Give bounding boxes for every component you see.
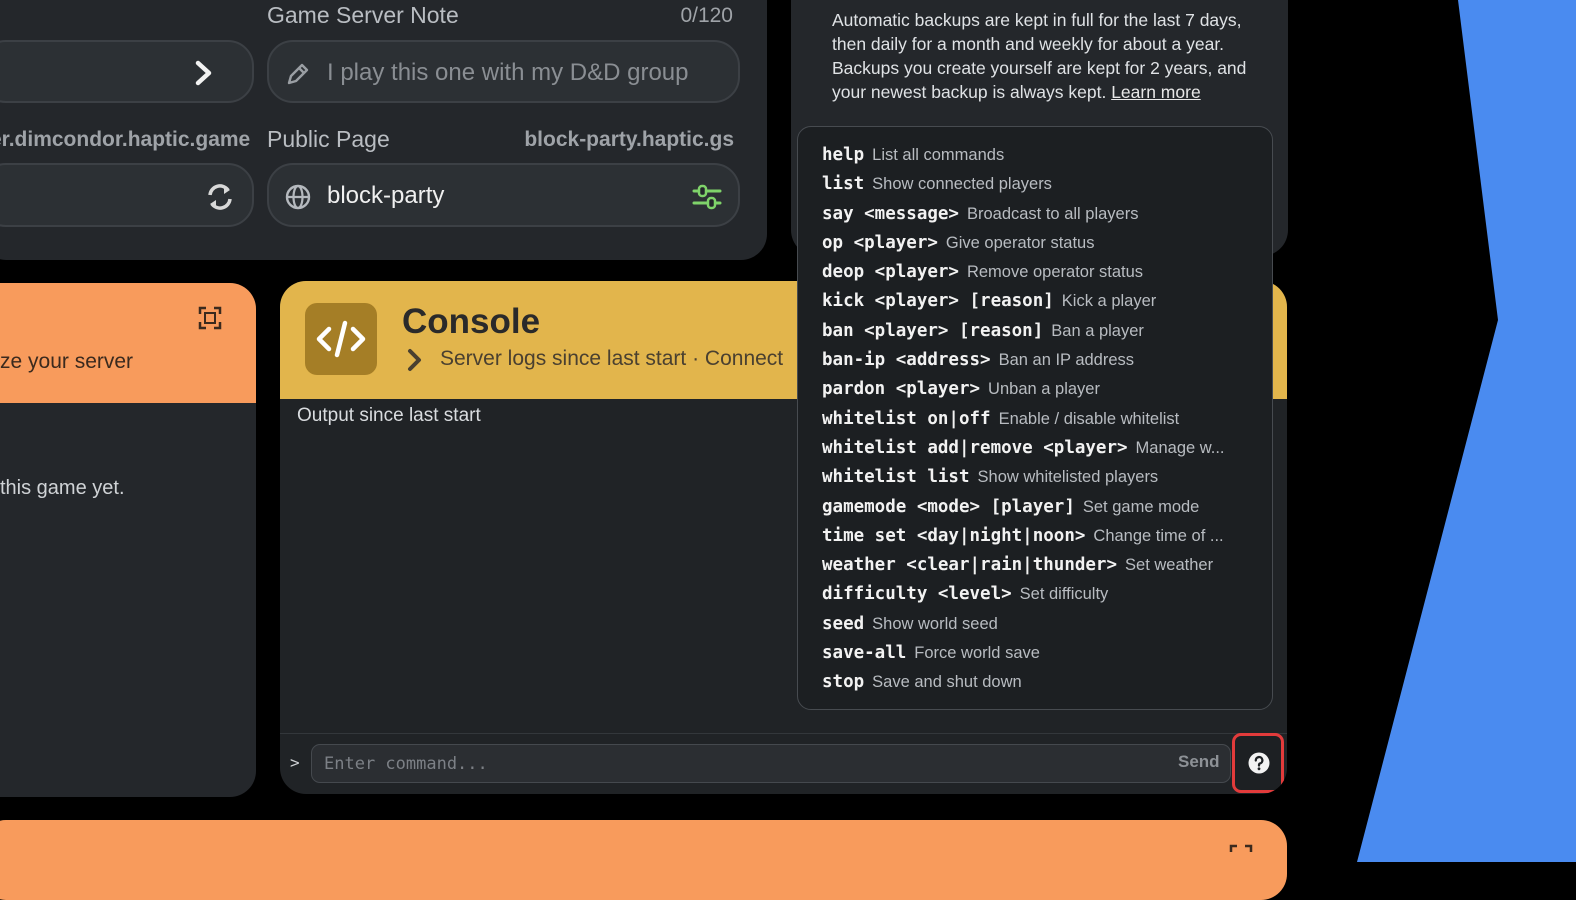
command-description: Broadcast to all players bbox=[966, 204, 1139, 223]
command-name: kick <player> [reason] bbox=[822, 291, 1054, 312]
command-description: Kick a player bbox=[1061, 292, 1157, 311]
command-item[interactable]: whitelist list Show whitelisted players bbox=[822, 467, 1246, 496]
backup-retention-text: Automatic backups are kept in full for t… bbox=[832, 8, 1272, 104]
public-page-domain: block-party.haptic.gs bbox=[524, 128, 734, 151]
command-description: Show connected players bbox=[872, 175, 1052, 194]
command-name: deop <player> bbox=[822, 262, 959, 283]
command-description: Manage w... bbox=[1135, 438, 1225, 457]
command-name: stop bbox=[822, 672, 865, 693]
note-character-counter: 0/120 bbox=[680, 4, 733, 27]
console-subtitle: Server logs since last start · Connect bbox=[440, 347, 784, 370]
command-description: Give operator status bbox=[945, 233, 1095, 252]
command-item[interactable]: time set <day|night|noon> Change time of … bbox=[822, 526, 1246, 555]
command-item[interactable]: whitelist add|remove <player> Manage w... bbox=[822, 438, 1246, 467]
command-name: whitelist on|off bbox=[822, 408, 991, 429]
pencil-icon bbox=[287, 63, 309, 85]
chevron-right-icon[interactable] bbox=[192, 59, 216, 87]
command-item[interactable]: op <player> Give operator status bbox=[822, 233, 1246, 262]
chevron-right-icon bbox=[408, 349, 421, 371]
code-icon bbox=[305, 303, 377, 375]
command-description: Force world save bbox=[914, 644, 1040, 663]
command-name: save-all bbox=[822, 643, 907, 664]
command-description: Ban a player bbox=[1051, 321, 1144, 340]
command-item[interactable]: ban-ip <address> Ban an IP address bbox=[822, 350, 1246, 379]
globe-icon bbox=[285, 184, 311, 210]
command-item[interactable]: list Show connected players bbox=[822, 174, 1246, 203]
command-description: Unban a player bbox=[988, 380, 1100, 399]
command-help-button[interactable] bbox=[1232, 733, 1284, 793]
command-description: Enable / disable whitelist bbox=[998, 409, 1180, 428]
learn-more-link[interactable]: Learn more bbox=[1111, 80, 1201, 104]
prompt-symbol: > bbox=[290, 753, 300, 772]
command-name: op <player> bbox=[822, 232, 938, 253]
command-name: whitelist add|remove <player> bbox=[822, 437, 1128, 458]
command-item[interactable]: difficulty <level> Set difficulty bbox=[822, 584, 1246, 613]
command-name: weather <clear|rain|thunder> bbox=[822, 555, 1118, 576]
divider bbox=[280, 733, 1287, 734]
command-item[interactable]: kick <player> [reason] Kick a player bbox=[822, 291, 1246, 320]
command-description: Save and shut down bbox=[872, 673, 1022, 692]
command-help-popover: help List all commands list Show connected … bbox=[797, 126, 1273, 710]
command-item[interactable]: stop Save and shut down bbox=[822, 672, 1246, 701]
help-circle-icon bbox=[1248, 752, 1270, 774]
command-name: difficulty <level> bbox=[822, 584, 1012, 605]
command-list: help List all commands list Show connected … bbox=[822, 145, 1272, 702]
command-description: Set game mode bbox=[1082, 497, 1200, 516]
command-item[interactable]: deop <player> Remove operator status bbox=[822, 262, 1246, 291]
server-address-text: er.dimcondor.haptic.game bbox=[0, 128, 251, 151]
command-name: seed bbox=[822, 613, 865, 634]
command-name: ban-ip <address> bbox=[822, 350, 991, 371]
game-server-note-field[interactable]: I play this one with my D&D group bbox=[267, 40, 740, 103]
command-name: gamemode <mode> [player] bbox=[822, 496, 1075, 517]
command-item[interactable]: whitelist on|off Enable / disable whiteli… bbox=[822, 409, 1246, 438]
command-item[interactable]: seed Show world seed bbox=[822, 614, 1246, 643]
orange-card-header bbox=[0, 283, 256, 403]
command-description: Ban an IP address bbox=[998, 351, 1135, 370]
orange-bottom-card bbox=[0, 820, 1287, 900]
command-item[interactable]: help List all commands bbox=[822, 145, 1246, 174]
command-name: time set <day|night|noon> bbox=[822, 525, 1086, 546]
command-description: Change time of ... bbox=[1093, 526, 1224, 545]
game-server-note-label: Game Server Note bbox=[267, 2, 459, 28]
command-input[interactable] bbox=[311, 744, 1231, 783]
console-title: Console bbox=[402, 302, 541, 341]
sliders-icon[interactable] bbox=[691, 181, 723, 213]
expand-icon[interactable] bbox=[197, 305, 223, 331]
command-name: say <message> bbox=[822, 203, 959, 224]
command-item[interactable]: weather <clear|rain|thunder> Set weather bbox=[822, 555, 1246, 584]
command-name: pardon <player> bbox=[822, 379, 981, 400]
command-description: Set weather bbox=[1125, 556, 1214, 575]
command-item[interactable]: pardon <player> Unban a player bbox=[822, 379, 1246, 408]
public-page-field[interactable]: block-party bbox=[267, 163, 740, 227]
command-name: list bbox=[822, 174, 865, 195]
refresh-icon[interactable] bbox=[204, 182, 236, 212]
console-output: Output since last start bbox=[297, 405, 481, 426]
note-placeholder-text: I play this one with my D&D group bbox=[327, 59, 689, 86]
address-field[interactable] bbox=[0, 40, 254, 103]
command-description: Set difficulty bbox=[1019, 585, 1109, 604]
command-item[interactable]: say <message> Broadcast to all players bbox=[822, 204, 1246, 233]
command-description: List all commands bbox=[872, 146, 1005, 164]
command-item[interactable]: ban <player> [reason] Ban a player bbox=[822, 321, 1246, 350]
command-item[interactable]: save-all Force world save bbox=[822, 643, 1246, 672]
address-refresh-field[interactable] bbox=[0, 163, 254, 227]
command-item[interactable]: gamemode <mode> [player] Set game mode bbox=[822, 497, 1246, 526]
command-name: ban <player> [reason] bbox=[822, 320, 1044, 341]
public-page-value: block-party bbox=[327, 182, 445, 209]
command-description: Remove operator status bbox=[966, 263, 1144, 282]
command-name: whitelist list bbox=[822, 467, 970, 488]
orange-card-empty-text: this game yet. bbox=[0, 477, 125, 499]
command-description: Show world seed bbox=[872, 614, 998, 633]
orange-card-subtitle: ze your server bbox=[0, 350, 134, 373]
send-button[interactable]: Send bbox=[1172, 751, 1226, 773]
command-description: Show whitelisted players bbox=[977, 468, 1159, 487]
public-page-label: Public Page bbox=[267, 126, 390, 152]
command-name: help bbox=[822, 145, 865, 165]
expand-icon[interactable] bbox=[1228, 843, 1254, 863]
